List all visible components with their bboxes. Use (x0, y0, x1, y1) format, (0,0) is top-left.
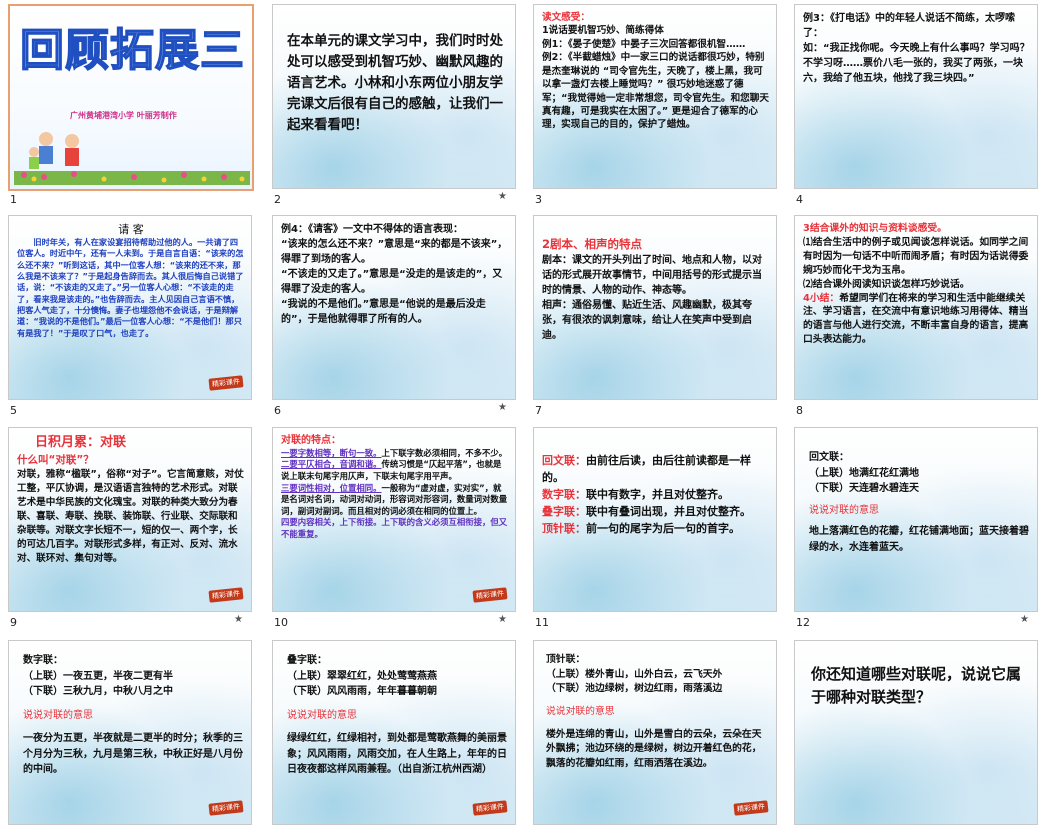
prompt-text: 说说对联的意思 (287, 709, 357, 721)
slide-heading: 对联的特点： (281, 435, 341, 446)
animation-star-icon: ★ (234, 614, 243, 625)
slide-body: 地上落满红色的花瓣，红花铺满地面；蓝天接着碧绿的水，水连着蓝天。 (809, 526, 1029, 553)
slide-body: 在本单元的课文学习中，我们时时处处可以感受到机智巧妙、幽默风趣的语言艺术。小林和… (287, 33, 503, 133)
slide-heading: 读文感受： (542, 12, 590, 23)
children-illustration-icon (14, 132, 250, 185)
slide-body: 你还知道哪些对联呢，说说它属于哪种对联类型？ (811, 665, 1022, 706)
slide-line: 例2：《半截蜡烛》中一家三口的说话都很巧妙，特别是杰奎琳说的 “司令官先生，天晚… (542, 52, 769, 131)
prompt-text: 说说对联的意思 (809, 504, 879, 516)
slide-sorter-grid: 回顾拓展三 广州黄埔港湾小学 叶丽芳制作 1 在本单元的课文学习中，我们时时处处… (0, 0, 1061, 829)
animation-star-icon: ★ (498, 402, 507, 413)
slide-number: 4 (796, 193, 803, 206)
couplet-line: （下联）风风雨雨，年年暮暮朝朝 (287, 686, 437, 697)
slide-body: 对联，雅称“楹联”，俗称“对子”。它言简意赅，对仗工整，平仄协调，是汉语语言独特… (17, 469, 244, 564)
slide-body: 绿绿红红，红绿相衬，到处都是莺歌燕舞的美丽景象；风风雨雨，风雨交加，在人生路上，… (287, 733, 507, 775)
prompt-text: 说说对联的意思 (23, 709, 93, 721)
couplet-line: （下联）三秋九月，中秋八月之中 (23, 686, 173, 697)
slide-number: 11 (535, 616, 549, 629)
slide-credit: 广州黄埔港湾小学 叶丽芳制作 (70, 111, 177, 120)
couplet-line: （上联）一夜五更，半夜二更有半 (23, 670, 173, 682)
slide-number: 5 (10, 404, 17, 417)
point-4: 四要内容相关，上下衔接。上下联的含义必须互相衔接，但又不能重复。 (281, 517, 508, 539)
slide-heading: 数字联： (23, 655, 63, 666)
couplet-type-label: 回文联： (542, 454, 586, 467)
point-3: 三要词性相对，位置相同。一般称为“虚对虚，实对实”，就是名词对名词，动词对动词，… (281, 482, 508, 516)
slide-heading: 日积月累：对联 (35, 435, 127, 450)
slide-line: 1说话要机智巧妙、简练得体 (542, 25, 664, 37)
slide-heading: 2剧本、相声的特点 (542, 237, 643, 251)
couplet-line: （下联）天连碧水碧连天 (809, 483, 919, 494)
slide-heading: 3结合课外的知识与资料谈感受。 (803, 223, 947, 234)
couplet-line: （上联）楼外青山，山外白云，云飞天外 (546, 668, 723, 680)
slide-number: 8 (796, 404, 803, 417)
slide-heading: 回文联： (809, 452, 849, 463)
animation-star-icon: ★ (1020, 614, 1029, 625)
couplet-type-label: 数字联： (542, 488, 586, 502)
slide-number: 6 (274, 404, 281, 417)
animation-star-icon: ★ (498, 614, 507, 625)
slide-number: 10 (274, 616, 288, 629)
slide-number: 3 (535, 193, 542, 206)
slide-number: 1 (10, 193, 17, 206)
slide-subheading: 4小结： (803, 292, 840, 304)
couplet-line: （上联）翠翠红红，处处莺莺燕燕 (287, 670, 437, 682)
slide-body: 旧时年关，有人在家设宴招待帮助过他的人。一共请了四位客人。时近中午，还有一人未到… (17, 237, 244, 338)
slide-number: 12 (796, 616, 810, 629)
couplet-line: （上联）地满红花红满地 (809, 467, 919, 479)
slide-heading: 叠字联： (287, 655, 327, 666)
point-1: 一要字数相等，断句一致。上下联字数必须相同，不多不少。 (281, 447, 508, 458)
slide-body: 一夜分为五更，半夜就是二更半的时分；秋季的三个月分为三秋，九月是第三秋，中秋正好… (23, 733, 243, 775)
slide-body: ⑴结合生活中的例子或见闻谈怎样说话。如同学之间有时因为一句话不中听而闹矛盾；有时… (803, 236, 1029, 290)
couplet-line: （下联）池边绿树，树边红雨，雨落溪边 (546, 683, 723, 695)
couplet-type-label: 顶针联： (542, 522, 586, 536)
slide-heading: 顶针联： (546, 654, 586, 665)
slide-number: 9 (10, 616, 17, 629)
couplet-type-label: 叠字联： (542, 505, 586, 519)
slide-subheading: 什么叫“对联”？ (17, 453, 94, 466)
slide-number: 7 (535, 404, 542, 417)
slide-body: 例4：《请客》一文中不得体的语言表现： “该来的怎么还不来？”意思是“来的都是不… (281, 224, 508, 325)
point-2: 二要平仄相合，音调和谐。传统习惯是“仄起平落”，也就是说上联末句尾字用仄声，下联… (281, 459, 502, 481)
slide-body: 楼外是连绵的青山，山外是雪白的云朵，云朵在天外飘拂；池边环绕的是绿树，树边开着红… (546, 728, 762, 770)
animation-star-icon: ★ (498, 191, 507, 202)
slide-body: 例3：《打电话》中的年轻人说话不简练，太啰嗦了： 如：“我正找你呢。今天晚上有什… (803, 13, 1030, 84)
slide-title: 回顾拓展三 (19, 24, 245, 77)
slide-body: 剧本：课文的开头列出了时间、地点和人物，以对话的形式展开故事情节，中间用括号的形… (542, 255, 762, 342)
prompt-text: 说说对联的意思 (546, 706, 615, 718)
slide-line: 例1：《晏子使楚》中晏子三次回答都很机智…… (542, 38, 746, 50)
slide-number: 2 (274, 193, 281, 206)
slide-heading: 请 客 (118, 223, 144, 236)
